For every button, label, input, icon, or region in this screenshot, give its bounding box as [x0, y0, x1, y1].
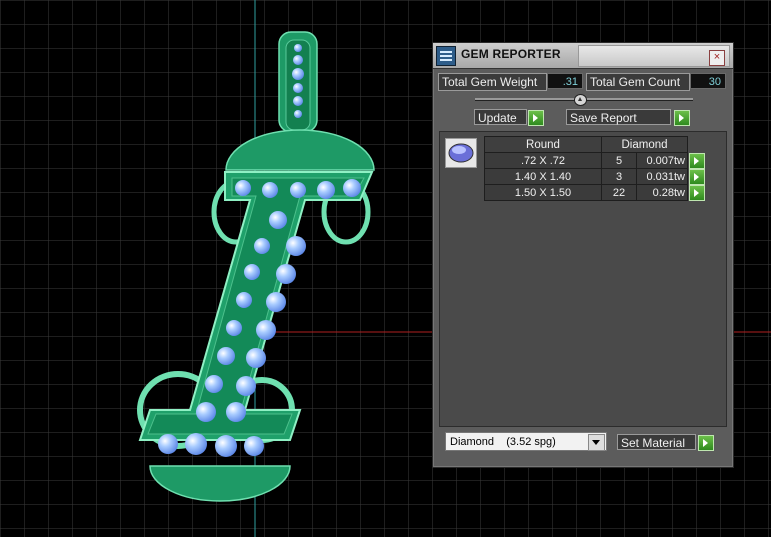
table-row: 1.40 X 1.40 3 0.031tw — [484, 168, 705, 185]
gem-count: 3 — [601, 168, 637, 185]
total-gem-count-value: 30 — [690, 73, 726, 89]
material-header: Diamond — [601, 136, 688, 153]
material-select-value: Diamond (3.52 spg) — [450, 436, 556, 448]
table-row: .72 X .72 5 0.007tw — [484, 152, 705, 169]
gem-report-area: Round Diamond .72 X .72 5 0.007tw 1.40 X… — [439, 131, 727, 427]
shape-header: Round — [484, 136, 602, 153]
table-row: 1.50 X 1.50 22 0.28tw — [484, 184, 705, 201]
panel-title: GEM REPORTER — [461, 47, 561, 61]
titlebar-area: × — [578, 45, 730, 67]
row-select-icon[interactable] — [689, 168, 705, 185]
save-report-button-label: Save Report — [570, 111, 637, 125]
update-go-icon[interactable] — [528, 110, 544, 126]
save-report-button[interactable]: Save Report — [566, 109, 671, 125]
update-button[interactable]: Update — [474, 109, 527, 125]
gem-weight: 0.031tw — [636, 168, 688, 185]
round-gem-icon — [445, 138, 477, 168]
update-button-label: Update — [478, 111, 517, 125]
row-select-icon[interactable] — [689, 184, 705, 201]
chevron-down-icon[interactable] — [588, 434, 605, 451]
gem-report-table: Round Diamond .72 X .72 5 0.007tw 1.40 X… — [484, 136, 705, 201]
total-gem-weight-value: .31 — [547, 73, 583, 89]
gem-reporter-panel: GEM REPORTER × Total Gem Weight .31 Tota… — [432, 42, 734, 468]
size-slider-handle[interactable] — [574, 94, 587, 106]
gem-weight: 0.28tw — [636, 184, 688, 201]
pendant-bail — [278, 31, 318, 133]
table-header-row: Round Diamond — [484, 136, 703, 153]
material-select[interactable]: Diamond (3.52 spg) — [445, 432, 607, 451]
row-select-icon[interactable] — [689, 152, 705, 169]
gem-count: 5 — [601, 152, 637, 169]
gem-reporter-app-icon — [436, 46, 456, 66]
gem-size: 1.40 X 1.40 — [484, 168, 602, 185]
close-button[interactable]: × — [709, 50, 725, 66]
gem-count: 22 — [601, 184, 637, 201]
save-report-go-icon[interactable] — [674, 110, 690, 126]
gem-size: .72 X .72 — [484, 152, 602, 169]
total-gem-weight-label: Total Gem Weight — [438, 73, 547, 91]
gem-weight: 0.007tw — [636, 152, 688, 169]
gem-size: 1.50 X 1.50 — [484, 184, 602, 201]
total-gem-count-label: Total Gem Count — [586, 73, 690, 91]
set-material-button-label: Set Material — [621, 436, 686, 450]
set-material-button[interactable]: Set Material — [617, 434, 696, 450]
set-material-go-icon[interactable] — [698, 435, 714, 451]
panel-titlebar[interactable]: GEM REPORTER × — [433, 43, 733, 69]
